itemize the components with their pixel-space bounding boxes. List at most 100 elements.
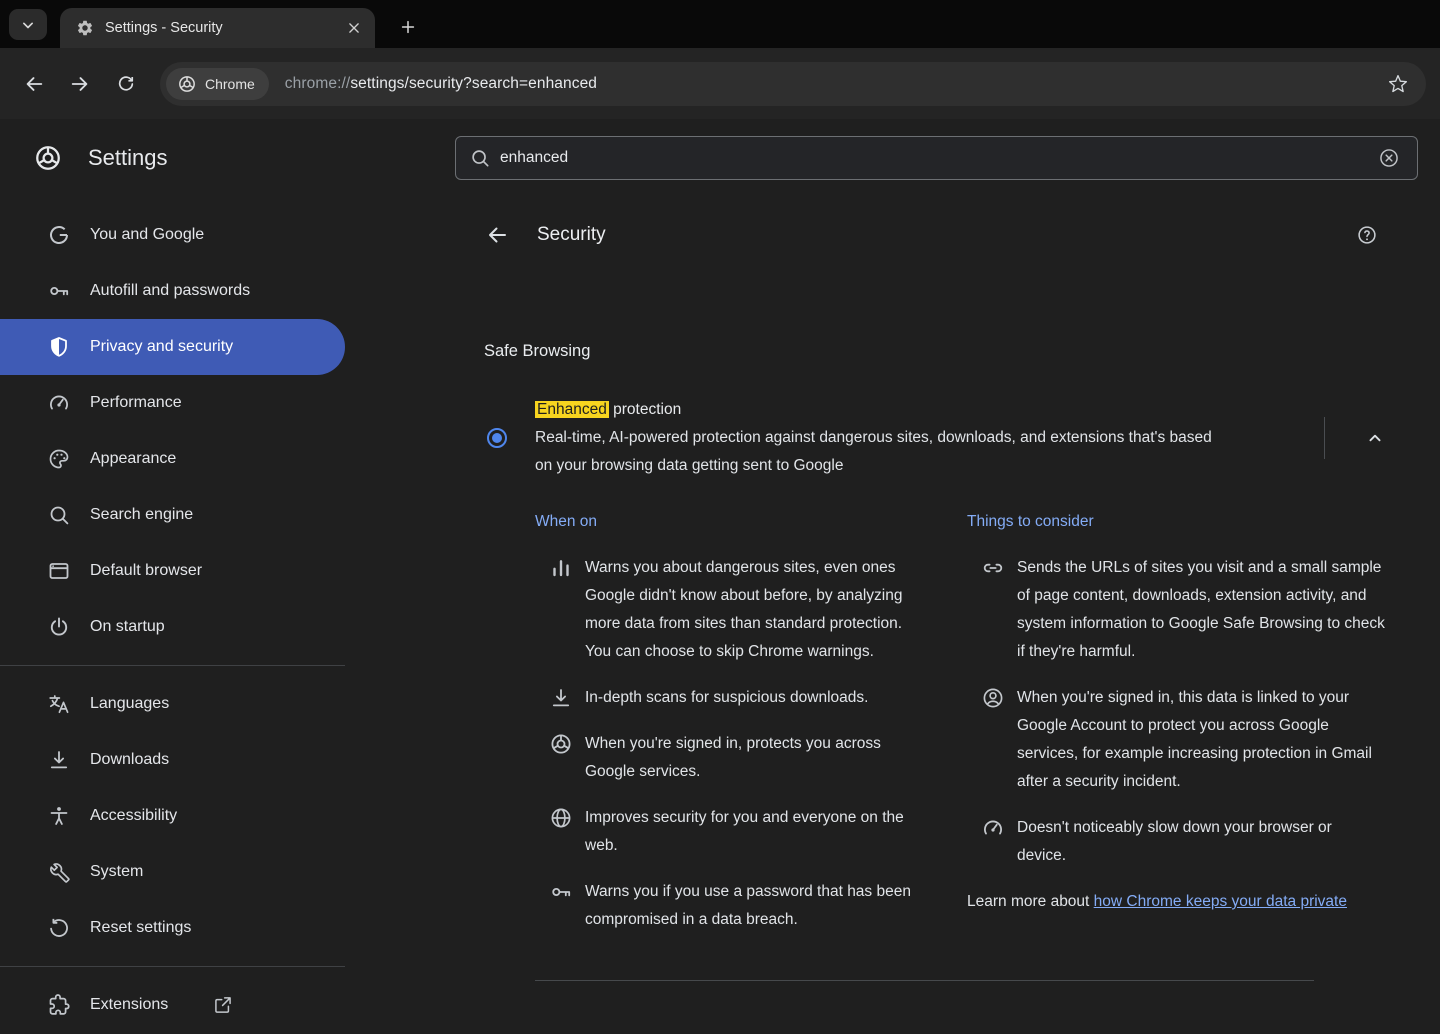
chevron-down-icon: [18, 15, 38, 35]
bookmark-button[interactable]: [1380, 66, 1416, 102]
collapse-button[interactable]: [1355, 418, 1395, 458]
sidebar-divider: [0, 665, 345, 666]
link-icon: [981, 556, 1005, 666]
feature-item: Sends the URLs of sites you visit and a …: [967, 554, 1385, 666]
feature-text: Warns you if you use a password that has…: [585, 878, 930, 934]
chevron-up-icon: [1364, 427, 1386, 449]
help-button[interactable]: [1347, 215, 1387, 255]
chrome-logo-icon: [549, 732, 573, 786]
enhanced-protection-radio[interactable]: [487, 428, 507, 448]
feature-item: Improves security for you and everyone o…: [535, 804, 930, 860]
bar-chart-icon: [549, 556, 573, 666]
tab-search-button[interactable]: [9, 9, 47, 40]
globe-icon: [549, 806, 573, 860]
sidebar-item-performance[interactable]: Performance: [0, 375, 345, 431]
feature-text: When you're signed in, protects you acro…: [585, 730, 930, 786]
help-icon: [1356, 224, 1378, 246]
speedometer-icon: [981, 816, 1005, 870]
tab-strip: Settings - Security: [0, 0, 1440, 48]
shield-icon: [47, 335, 71, 359]
search-highlight: Enhanced: [535, 401, 609, 418]
chrome-settings-logo-icon: [33, 143, 63, 173]
learn-more-prefix: Learn more about: [967, 893, 1094, 910]
sidebar-item-accessibility[interactable]: Accessibility: [0, 788, 345, 844]
feature-text: Sends the URLs of sites you visit and a …: [1017, 554, 1385, 666]
feature-item: Warns you about dangerous sites, even on…: [535, 554, 930, 666]
settings-header: Settings: [0, 119, 1440, 196]
arrow-left-icon: [23, 73, 45, 95]
sidebar-item-label: Performance: [90, 394, 182, 412]
sidebar-item-downloads[interactable]: Downloads: [0, 732, 345, 788]
sidebar-item-label: Autofill and passwords: [90, 282, 250, 300]
things-to-consider-title: Things to consider: [967, 508, 1385, 536]
browser-toolbar: Chrome chrome://settings/security?search…: [0, 48, 1440, 119]
option-divider: [535, 980, 1314, 981]
feature-item: In-depth scans for suspicious downloads.: [535, 684, 930, 712]
site-info-chip[interactable]: Chrome: [166, 68, 269, 100]
settings-title: Settings: [88, 145, 168, 171]
back-button[interactable]: [477, 215, 517, 255]
sidebar-item-label: Accessibility: [90, 807, 177, 825]
site-info-label: Chrome: [205, 76, 255, 92]
sidebar-item-label: Extensions: [90, 996, 168, 1014]
page-title: Security: [537, 224, 606, 246]
key-icon: [47, 279, 71, 303]
star-icon: [1388, 74, 1408, 94]
gear-icon: [76, 19, 94, 37]
sidebar-item-label: On startup: [90, 618, 165, 636]
things-to-consider-column: Things to consider Sends the URLs of sit…: [967, 508, 1385, 934]
speedometer-icon: [47, 391, 71, 415]
sidebar-item-reset-settings[interactable]: Reset settings: [0, 900, 345, 956]
option-description: Real-time, AI-powered protection against…: [535, 424, 1225, 480]
sidebar-item-label: Appearance: [90, 450, 176, 468]
sidebar-item-system[interactable]: System: [0, 844, 345, 900]
settings-search-input[interactable]: [500, 149, 1374, 167]
magnifier-icon: [47, 503, 71, 527]
feature-text: Improves security for you and everyone o…: [585, 804, 930, 860]
sidebar-item-on-startup[interactable]: On startup: [0, 599, 345, 655]
option-title: Enhanced protection: [535, 396, 1225, 424]
sidebar-item-label: Downloads: [90, 751, 169, 769]
learn-more-text: Learn more about how Chrome keeps your d…: [967, 888, 1385, 916]
key-icon: [549, 880, 573, 934]
sidebar-item-extensions[interactable]: Extensions: [0, 977, 345, 1033]
sidebar-item-autofill[interactable]: Autofill and passwords: [0, 263, 345, 319]
sidebar-item-you-and-google[interactable]: You and Google: [0, 207, 345, 263]
browser-tab[interactable]: Settings - Security: [60, 8, 375, 48]
clear-circle-icon: [1378, 147, 1400, 169]
palette-icon: [47, 447, 71, 471]
enhanced-protection-option[interactable]: Enhanced protection Real-time, AI-powere…: [484, 396, 1395, 480]
url-text: chrome://settings/security?search=enhanc…: [285, 75, 597, 93]
back-nav-button[interactable]: [14, 64, 54, 104]
feature-text: Doesn't noticeably slow down your browse…: [1017, 814, 1385, 870]
account-circle-icon: [981, 686, 1005, 796]
sidebar-item-languages[interactable]: Languages: [0, 676, 345, 732]
power-icon: [47, 615, 71, 639]
feature-item: Warns you if you use a password that has…: [535, 878, 930, 934]
arrow-left-icon: [485, 223, 509, 247]
tab-close-button[interactable]: [341, 15, 367, 41]
sidebar-divider: [0, 966, 345, 967]
settings-search-box[interactable]: [455, 136, 1418, 180]
learn-more-link[interactable]: how Chrome keeps your data private: [1094, 893, 1347, 910]
sidebar-item-label: Default browser: [90, 562, 202, 580]
sidebar-item-label: Reset settings: [90, 919, 191, 937]
sidebar-item-label: You and Google: [90, 226, 204, 244]
row-divider: [1324, 417, 1325, 459]
sidebar-item-default-browser[interactable]: Default browser: [0, 543, 345, 599]
clear-search-button[interactable]: [1374, 143, 1404, 173]
new-tab-button[interactable]: [391, 10, 425, 44]
reload-button[interactable]: [106, 64, 146, 104]
address-bar[interactable]: Chrome chrome://settings/security?search…: [160, 62, 1426, 106]
sidebar-item-search-engine[interactable]: Search engine: [0, 487, 345, 543]
sidebar-item-appearance[interactable]: Appearance: [0, 431, 345, 487]
sidebar-item-label: Search engine: [90, 506, 193, 524]
sidebar-item-label: System: [90, 863, 143, 881]
open-in-new-icon: [213, 995, 233, 1015]
sidebar-item-privacy-security[interactable]: Privacy and security: [0, 319, 345, 375]
translate-icon: [47, 692, 71, 716]
feature-text: In-depth scans for suspicious downloads.: [585, 684, 868, 712]
chrome-logo-icon: [177, 74, 197, 94]
forward-nav-button[interactable]: [60, 64, 100, 104]
arrow-right-icon: [69, 73, 91, 95]
